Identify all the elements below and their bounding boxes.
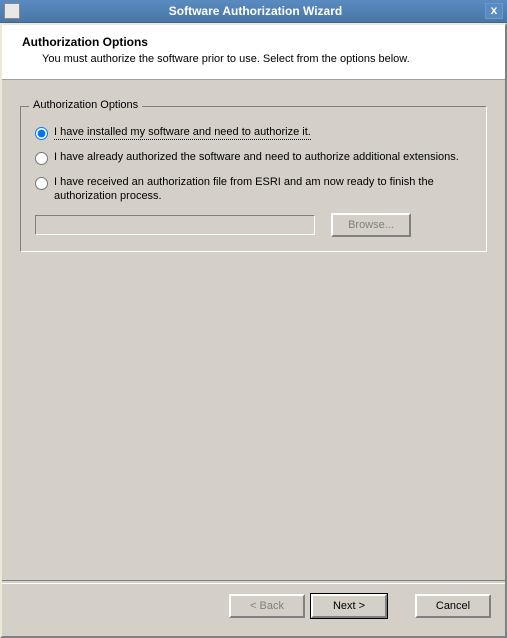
next-button[interactable]: Next > [311,594,387,618]
groupbox-legend: Authorization Options [29,99,142,111]
footer: < Back Next > Cancel [2,584,505,636]
radio-label-2: I have already authorized the software a… [54,150,459,164]
back-button: < Back [229,594,305,618]
content-area: Authorization Options I have installed m… [2,80,505,580]
radio-label-3: I have received an authorization file fr… [54,175,472,203]
radio-label-1: I have installed my software and need to… [54,125,311,140]
app-icon [4,3,20,19]
page-title: Authorization Options [22,35,485,49]
radio-option-additional-extensions[interactable]: I have already authorized the software a… [35,150,472,165]
radio-option-install-authorize[interactable]: I have installed my software and need to… [35,125,472,140]
titlebar: Software Authorization Wizard x [0,0,507,23]
authorization-file-path-input [35,215,315,235]
window-title: Software Authorization Wizard [26,4,485,18]
radio-input-3[interactable] [35,177,48,190]
window-body: Authorization Options You must authorize… [0,23,507,638]
cancel-button[interactable]: Cancel [415,594,491,618]
radio-option-authorization-file[interactable]: I have received an authorization file fr… [35,175,472,203]
page-subtitle: You must authorize the software prior to… [42,53,485,65]
footer-gap [393,594,409,618]
radio-input-1[interactable] [35,127,48,140]
header-panel: Authorization Options You must authorize… [2,25,505,80]
browse-button: Browse... [331,213,411,237]
radio-input-2[interactable] [35,152,48,165]
browse-row: Browse... [35,213,472,237]
authorization-options-group: Authorization Options I have installed m… [20,106,487,252]
wizard-window: Software Authorization Wizard x Authoriz… [0,0,507,638]
close-icon[interactable]: x [485,3,503,19]
